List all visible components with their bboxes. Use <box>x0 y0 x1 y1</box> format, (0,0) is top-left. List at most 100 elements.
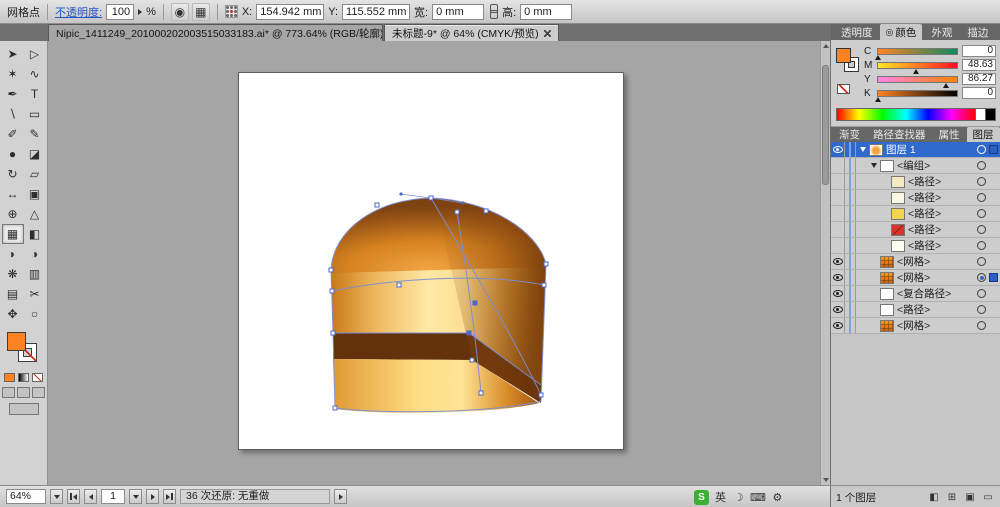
magic-wand-tool[interactable]: ✶ <box>2 64 24 84</box>
layer-name[interactable]: <路径> <box>908 174 977 189</box>
visibility-toggle[interactable] <box>831 270 845 285</box>
artboard[interactable] <box>238 72 624 450</box>
panel-tab[interactable]: 描边 <box>959 24 994 40</box>
lock-column[interactable] <box>845 286 856 301</box>
expander-cell[interactable] <box>869 291 879 296</box>
scrollbar-thumb[interactable] <box>822 65 829 185</box>
pen-tool[interactable]: ✒ <box>2 84 24 104</box>
target-circle[interactable] <box>977 257 986 266</box>
document-tab[interactable]: 未标题-9* @ 64% (CMYK/预览) <box>384 24 559 41</box>
make-clipping-mask-button[interactable]: ◧ <box>927 491 941 504</box>
keyboard-icon[interactable]: ⌨ <box>750 490 766 505</box>
lasso-tool[interactable]: ∿ <box>24 64 46 84</box>
target-circle[interactable] <box>977 289 986 298</box>
channel-value-input[interactable]: 86.27 <box>962 73 996 85</box>
expander-cell[interactable] <box>858 147 868 152</box>
expander-cell[interactable] <box>880 243 890 248</box>
visibility-toggle[interactable] <box>831 222 845 237</box>
lock-column[interactable] <box>845 238 856 253</box>
gradient-button[interactable] <box>18 373 29 382</box>
layer-row[interactable]: <路径> <box>831 206 1000 222</box>
layer-thumbnail[interactable] <box>880 160 894 172</box>
mesh-tool[interactable]: ▦ <box>2 224 24 244</box>
opacity-dropdown-icon[interactable] <box>138 9 142 15</box>
lock-column[interactable] <box>845 142 856 157</box>
visibility-toggle[interactable] <box>831 286 845 301</box>
new-sublayer-button[interactable]: ⊞ <box>945 491 959 504</box>
layer-thumbnail[interactable] <box>880 256 894 268</box>
free-transform-tool[interactable]: ▣ <box>24 184 46 204</box>
line-segment-tool[interactable]: ∖ <box>2 104 24 124</box>
layer-thumbnail[interactable] <box>891 240 905 252</box>
target-circle[interactable] <box>977 321 986 330</box>
expander-cell[interactable] <box>880 195 890 200</box>
channel-slider[interactable] <box>877 48 958 55</box>
panel-tab[interactable]: 外观 <box>923 24 958 40</box>
layer-row[interactable]: <网格> <box>831 254 1000 270</box>
layer-thumbnail[interactable] <box>880 288 894 300</box>
visibility-toggle[interactable] <box>831 174 845 189</box>
width-input[interactable]: 0 mm <box>432 4 484 20</box>
color-button[interactable] <box>4 373 15 382</box>
white-swatch[interactable] <box>976 108 986 121</box>
close-tab-icon[interactable] <box>544 30 551 37</box>
layer-thumbnail[interactable] <box>880 272 894 284</box>
expander-cell[interactable] <box>880 227 890 232</box>
expander-cell[interactable] <box>880 179 890 184</box>
layer-name[interactable]: 图层 1 <box>886 142 977 157</box>
scale-tool[interactable]: ▱ <box>24 164 46 184</box>
lock-column[interactable] <box>845 270 856 285</box>
layer-thumbnail[interactable] <box>891 192 905 204</box>
channel-value-input[interactable]: 0 <box>962 87 996 99</box>
status-display[interactable]: 36 次还原: 无重做 <box>180 489 330 504</box>
x-input[interactable]: 154.942 mm <box>256 4 324 20</box>
vertical-scrollbar[interactable] <box>820 41 830 485</box>
visibility-toggle[interactable] <box>831 206 845 221</box>
column-graph-tool[interactable]: ▥ <box>24 264 46 284</box>
pencil-tool[interactable]: ✎ <box>24 124 46 144</box>
layer-name[interactable]: <路径> <box>908 238 977 253</box>
new-layer-button[interactable]: ▣ <box>963 491 977 504</box>
channel-value-input[interactable]: 0 <box>962 45 996 57</box>
target-circle[interactable] <box>977 273 986 282</box>
lock-column[interactable] <box>845 302 856 317</box>
sogou-icon[interactable]: S <box>694 490 709 505</box>
hand-tool[interactable]: ✥ <box>2 304 24 324</box>
layer-row[interactable]: <路径> <box>831 302 1000 318</box>
panel-tab[interactable]: 渐变 <box>833 127 866 142</box>
visibility-toggle[interactable] <box>831 190 845 205</box>
layer-name[interactable]: <路径> <box>897 302 977 317</box>
constrain-proportions-icon[interactable] <box>488 4 498 19</box>
rectangle-tool[interactable]: ▭ <box>24 104 46 124</box>
layer-name[interactable]: <网格> <box>897 318 977 333</box>
expander-cell[interactable] <box>880 211 890 216</box>
lock-column[interactable] <box>845 206 856 221</box>
opacity-input[interactable]: 100 <box>106 4 134 20</box>
panel-tab[interactable]: ◎ 颜色 <box>880 24 923 40</box>
last-artboard-button[interactable] <box>163 489 176 504</box>
perspective-grid-tool[interactable]: △ <box>24 204 46 224</box>
eyedropper-tool[interactable]: ◗ <box>2 244 24 264</box>
document-tab[interactable]: Nipic_1411249_201000202003515033183.ai* … <box>48 24 383 41</box>
opacity-link[interactable]: 不透明度: <box>55 4 102 20</box>
y-input[interactable]: 115.552 mm <box>342 4 410 20</box>
artboard-number-input[interactable]: 1 <box>101 489 125 504</box>
layer-name[interactable]: <编组> <box>897 158 977 173</box>
channel-slider[interactable] <box>877 90 958 97</box>
none-swatch[interactable] <box>837 84 850 94</box>
visibility-toggle[interactable] <box>831 238 845 253</box>
canvas-area[interactable] <box>48 41 820 485</box>
layer-row[interactable]: 图层 1 <box>831 142 1000 158</box>
type-tool[interactable]: T <box>24 84 46 104</box>
layer-name[interactable]: <路径> <box>908 206 977 221</box>
color-spectrum-bar[interactable] <box>836 108 976 121</box>
first-artboard-button[interactable] <box>67 489 80 504</box>
expander-cell[interactable] <box>869 259 879 264</box>
lock-column[interactable] <box>845 222 856 237</box>
draw-normal-button[interactable] <box>2 387 15 398</box>
layer-name[interactable]: <复合路径> <box>897 286 977 301</box>
shape-builder-tool[interactable]: ⊕ <box>2 204 24 224</box>
layer-name[interactable]: <网格> <box>897 270 977 285</box>
lock-column[interactable] <box>845 318 856 333</box>
layer-thumbnail[interactable] <box>880 304 894 316</box>
